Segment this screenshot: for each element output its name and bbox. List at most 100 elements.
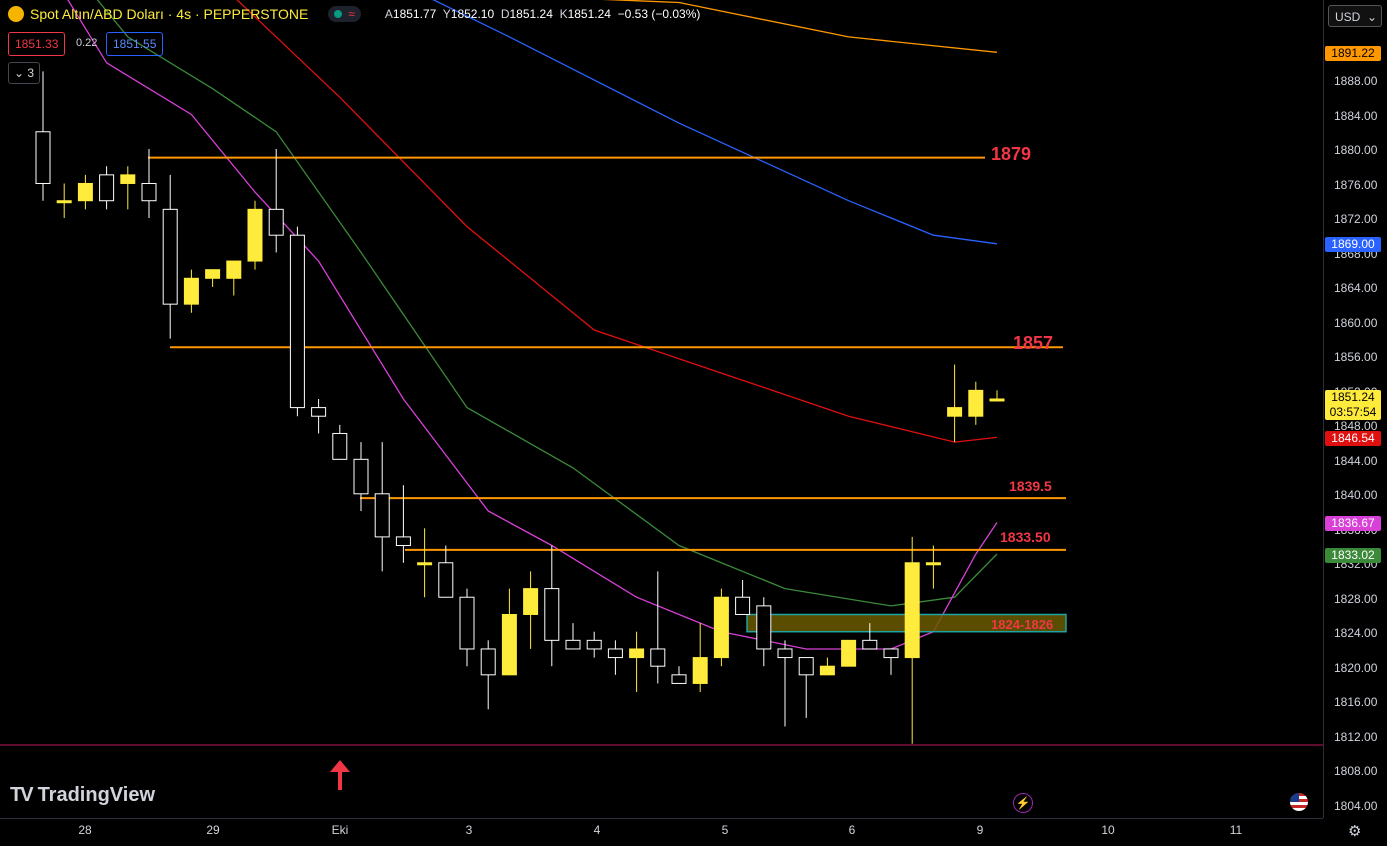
candle-body bbox=[544, 588, 560, 641]
candle-body bbox=[989, 398, 1005, 402]
candle bbox=[501, 588, 517, 676]
gold-icon bbox=[8, 6, 24, 22]
candle-body bbox=[141, 182, 157, 202]
chevron-down-icon: ⌄ bbox=[13, 66, 25, 80]
lightning-icon[interactable]: ⚡ bbox=[1013, 793, 1033, 813]
price-tick-label: 1840.00 bbox=[1334, 488, 1378, 502]
candle bbox=[247, 200, 263, 270]
level-label-1857: 1857 bbox=[1013, 333, 1054, 353]
candle-body bbox=[35, 131, 51, 184]
price-tick-label: 1844.00 bbox=[1334, 453, 1378, 468]
candle-body bbox=[692, 657, 708, 684]
candle bbox=[120, 166, 136, 210]
candle-body bbox=[395, 536, 411, 547]
candle bbox=[183, 269, 199, 313]
price-tick-label: 1880.00 bbox=[1334, 143, 1378, 157]
candle-body bbox=[904, 562, 920, 659]
candle bbox=[523, 571, 539, 649]
price-tick-label: 1864.00 bbox=[1334, 281, 1378, 295]
candle-body bbox=[183, 277, 199, 305]
candle bbox=[162, 174, 178, 339]
candle-body bbox=[205, 269, 221, 279]
candle-body bbox=[438, 562, 454, 598]
candle bbox=[417, 528, 433, 598]
time-tick-label: 9 bbox=[976, 823, 984, 837]
red-moving-average-line bbox=[236, 0, 998, 443]
candle-body bbox=[480, 648, 496, 676]
orange-ma-badge: 1891.22 bbox=[1325, 46, 1381, 61]
time-axis[interactable]: 28 29 Eki 3 4 5 6 9 10 11 bbox=[0, 818, 1323, 846]
sell-price-button[interactable]: 1851.33 bbox=[8, 32, 66, 56]
us-flag-icon[interactable] bbox=[1290, 793, 1308, 811]
level-label-1833: 1833.50 bbox=[1000, 529, 1051, 545]
candle bbox=[226, 260, 242, 296]
candle-body bbox=[713, 596, 729, 659]
candle bbox=[819, 657, 835, 676]
time-tick-label: 4 bbox=[593, 823, 601, 837]
level-label-1879: 1879 bbox=[991, 144, 1032, 164]
candle-body bbox=[565, 639, 581, 650]
price-tick-label: 1808.00 bbox=[1334, 764, 1378, 778]
symbol-title[interactable]: Spot Altın/ABD Doları · 4s · PEPPERSTONE bbox=[30, 6, 308, 22]
candle bbox=[883, 648, 899, 675]
green-ma-badge: 1833.02 bbox=[1325, 548, 1381, 563]
candle bbox=[607, 640, 623, 675]
price-tick-label: 1804.00 bbox=[1334, 798, 1378, 813]
magenta-moving-average-line bbox=[67, 0, 998, 650]
candle-body bbox=[947, 407, 963, 417]
candle bbox=[841, 639, 857, 667]
candle bbox=[650, 571, 666, 684]
candle-body bbox=[353, 458, 369, 495]
candle bbox=[56, 183, 72, 218]
candle-body bbox=[819, 665, 835, 676]
price-tick-label: 1828.00 bbox=[1334, 591, 1378, 606]
blue-moving-average-line bbox=[432, 0, 998, 245]
candle-body bbox=[268, 208, 284, 236]
time-tick-label: 5 bbox=[721, 823, 729, 837]
price-chart[interactable] bbox=[0, 0, 1323, 818]
candle bbox=[629, 631, 645, 693]
candle bbox=[141, 149, 157, 218]
buy-price-button[interactable]: 1851.55 bbox=[106, 32, 164, 56]
candle bbox=[77, 174, 93, 210]
candles bbox=[35, 71, 1005, 744]
candle-body bbox=[332, 432, 348, 460]
candle-body bbox=[417, 562, 433, 566]
candle-body bbox=[162, 208, 178, 305]
horizontal-levels[interactable] bbox=[148, 156, 1067, 633]
candle bbox=[438, 545, 454, 598]
candle bbox=[756, 597, 772, 667]
tradingview-logo[interactable]: TV TradingView bbox=[10, 784, 155, 807]
candle-body bbox=[925, 562, 941, 566]
candle-body bbox=[99, 174, 115, 202]
red-ma-badge: 1846.54 bbox=[1325, 431, 1381, 446]
candle-body bbox=[523, 588, 539, 615]
price-tick-label: 1812.00 bbox=[1334, 729, 1378, 744]
settings-gear-icon[interactable]: ⚙ bbox=[1348, 822, 1361, 840]
candle bbox=[332, 424, 348, 460]
candle bbox=[289, 226, 305, 417]
currency-select[interactable]: USD ⌄ bbox=[1328, 5, 1382, 27]
candle-body bbox=[289, 234, 305, 409]
candle-body bbox=[968, 389, 984, 417]
candle bbox=[311, 398, 327, 434]
time-tick-label: 6 bbox=[848, 823, 856, 837]
indicators-toggle[interactable]: ⌄ 3 bbox=[8, 62, 40, 84]
candle bbox=[395, 485, 411, 563]
candle bbox=[205, 269, 221, 287]
price-tick-label: 1856.00 bbox=[1334, 350, 1378, 364]
time-tick-label: 3 bbox=[465, 823, 473, 837]
candle bbox=[35, 71, 51, 201]
candle bbox=[268, 149, 284, 253]
market-status-icon[interactable]: ≈ bbox=[328, 6, 361, 22]
price-tick-label: 1860.00 bbox=[1334, 315, 1378, 330]
price-tick-label: 1884.00 bbox=[1334, 108, 1378, 123]
candle-body bbox=[629, 648, 645, 659]
ohlc-values: A1851.77 Y1852.10 D1851.24 K1851.24 −0.5… bbox=[384, 7, 701, 21]
time-tick-label: 10 bbox=[1101, 823, 1115, 837]
candle bbox=[968, 381, 984, 425]
candle-body bbox=[77, 182, 93, 202]
candle-body bbox=[756, 605, 772, 650]
candle-body bbox=[226, 260, 242, 279]
symbol-header[interactable]: Spot Altın/ABD Doları · 4s · PEPPERSTONE… bbox=[8, 6, 700, 22]
